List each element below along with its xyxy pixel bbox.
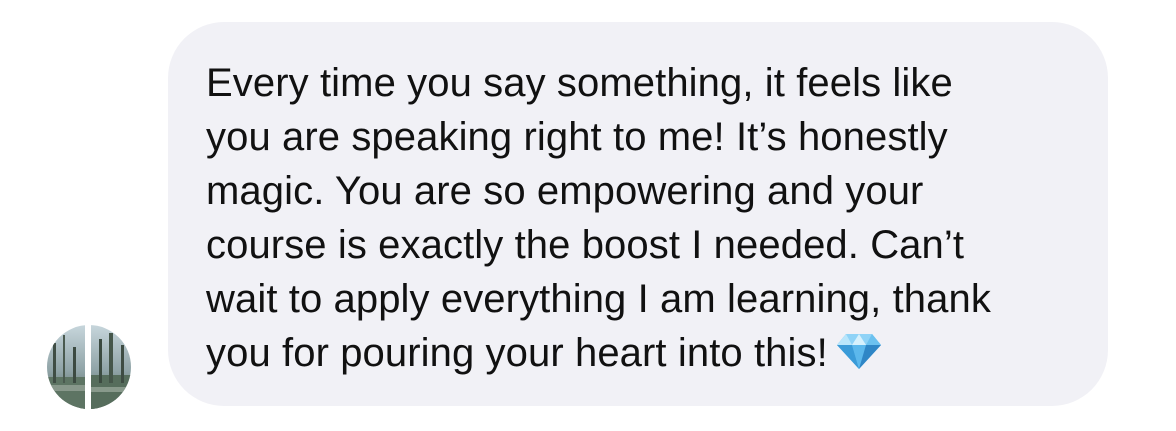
- gem-stone-icon: [836, 330, 882, 384]
- message-bubble[interactable]: Every time you say something, it feels l…: [168, 22, 1108, 406]
- message-text: Every time you say something, it feels l…: [206, 56, 1068, 384]
- message-body: Every time you say something, it feels l…: [206, 61, 991, 375]
- contact-avatar[interactable]: [47, 325, 131, 409]
- message-thread: Every time you say something, it feels l…: [0, 0, 1176, 431]
